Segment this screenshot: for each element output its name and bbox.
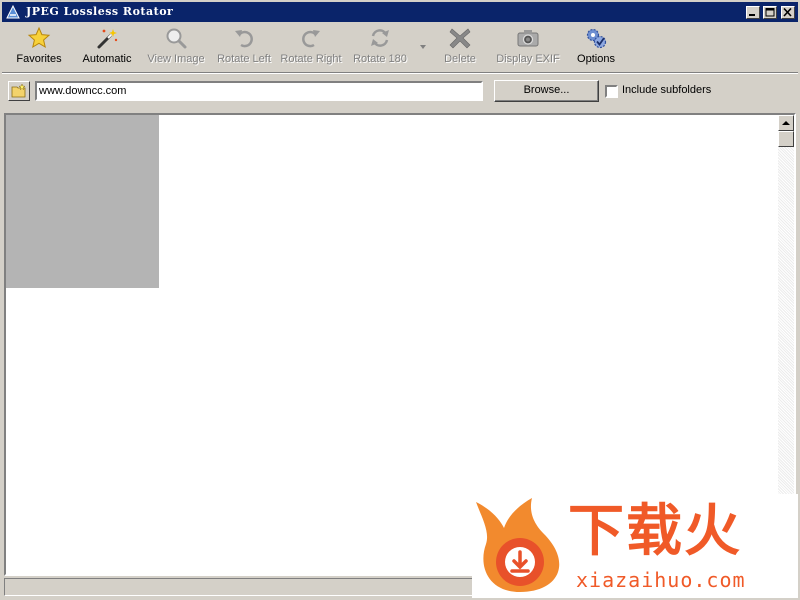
delete-x-icon [449,28,471,49]
minimize-icon [749,14,755,16]
toolbar: Favorites Automatic View Image Rotate Le… [4,24,796,68]
window-title: JPEG Lossless Rotator [26,5,174,18]
gears-icon [586,28,607,49]
camera-icon [517,30,539,47]
view-image-button[interactable]: View Image [144,24,208,68]
arrow-up-icon [782,121,790,125]
rotate-180-icon [371,29,389,47]
options-button[interactable]: Options [568,24,624,68]
watermark-domain-text: xiazaihuo.com [576,568,746,592]
folder-path-input[interactable] [35,81,483,101]
rotate-left-icon [235,30,253,48]
favorite-folder-button[interactable] [8,81,30,101]
include-subfolders-checkbox[interactable] [605,85,618,98]
scroll-thumb[interactable] [778,131,794,147]
minimize-button[interactable] [746,6,760,19]
close-icon [783,8,792,17]
rotate-180-dropdown-arrow-icon[interactable] [420,44,426,50]
delete-button[interactable]: Delete [428,24,492,68]
maximize-button[interactable] [763,6,777,19]
image-thumbnail-placeholder[interactable] [6,115,159,288]
maximize-icon [765,8,775,17]
rotate-right-icon [302,30,320,48]
toolbar-separator [2,72,798,74]
watermark-chinese-text: 下载火 [568,499,742,564]
star-icon [27,26,51,49]
rotate-180-button[interactable]: Rotate 180 [348,24,412,68]
scroll-up-button[interactable] [778,115,794,131]
watermark: 下载火 xiazaihuo.com [472,494,798,598]
folder-star-icon [11,83,26,98]
rotate-left-button[interactable]: Rotate Left [212,24,276,68]
title-bar[interactable]: JPEG Lossless Rotator [2,2,798,22]
rotate-right-button[interactable]: Rotate Right [278,24,344,68]
app-window: JPEG Lossless Rotator Favorites Automati… [0,0,800,600]
display-exif-button[interactable]: Display EXIF [494,24,562,68]
browse-button[interactable]: Browse... [494,80,599,102]
favorites-button[interactable]: Favorites [8,24,70,68]
magic-wand-icon [97,29,118,49]
automatic-button[interactable]: Automatic [76,24,138,68]
close-button[interactable] [781,6,795,19]
flame-logo-icon [476,498,560,592]
magnifier-icon [166,28,187,49]
app-logo-icon [5,4,21,20]
include-subfolders-label[interactable]: Include subfolders [622,84,711,96]
